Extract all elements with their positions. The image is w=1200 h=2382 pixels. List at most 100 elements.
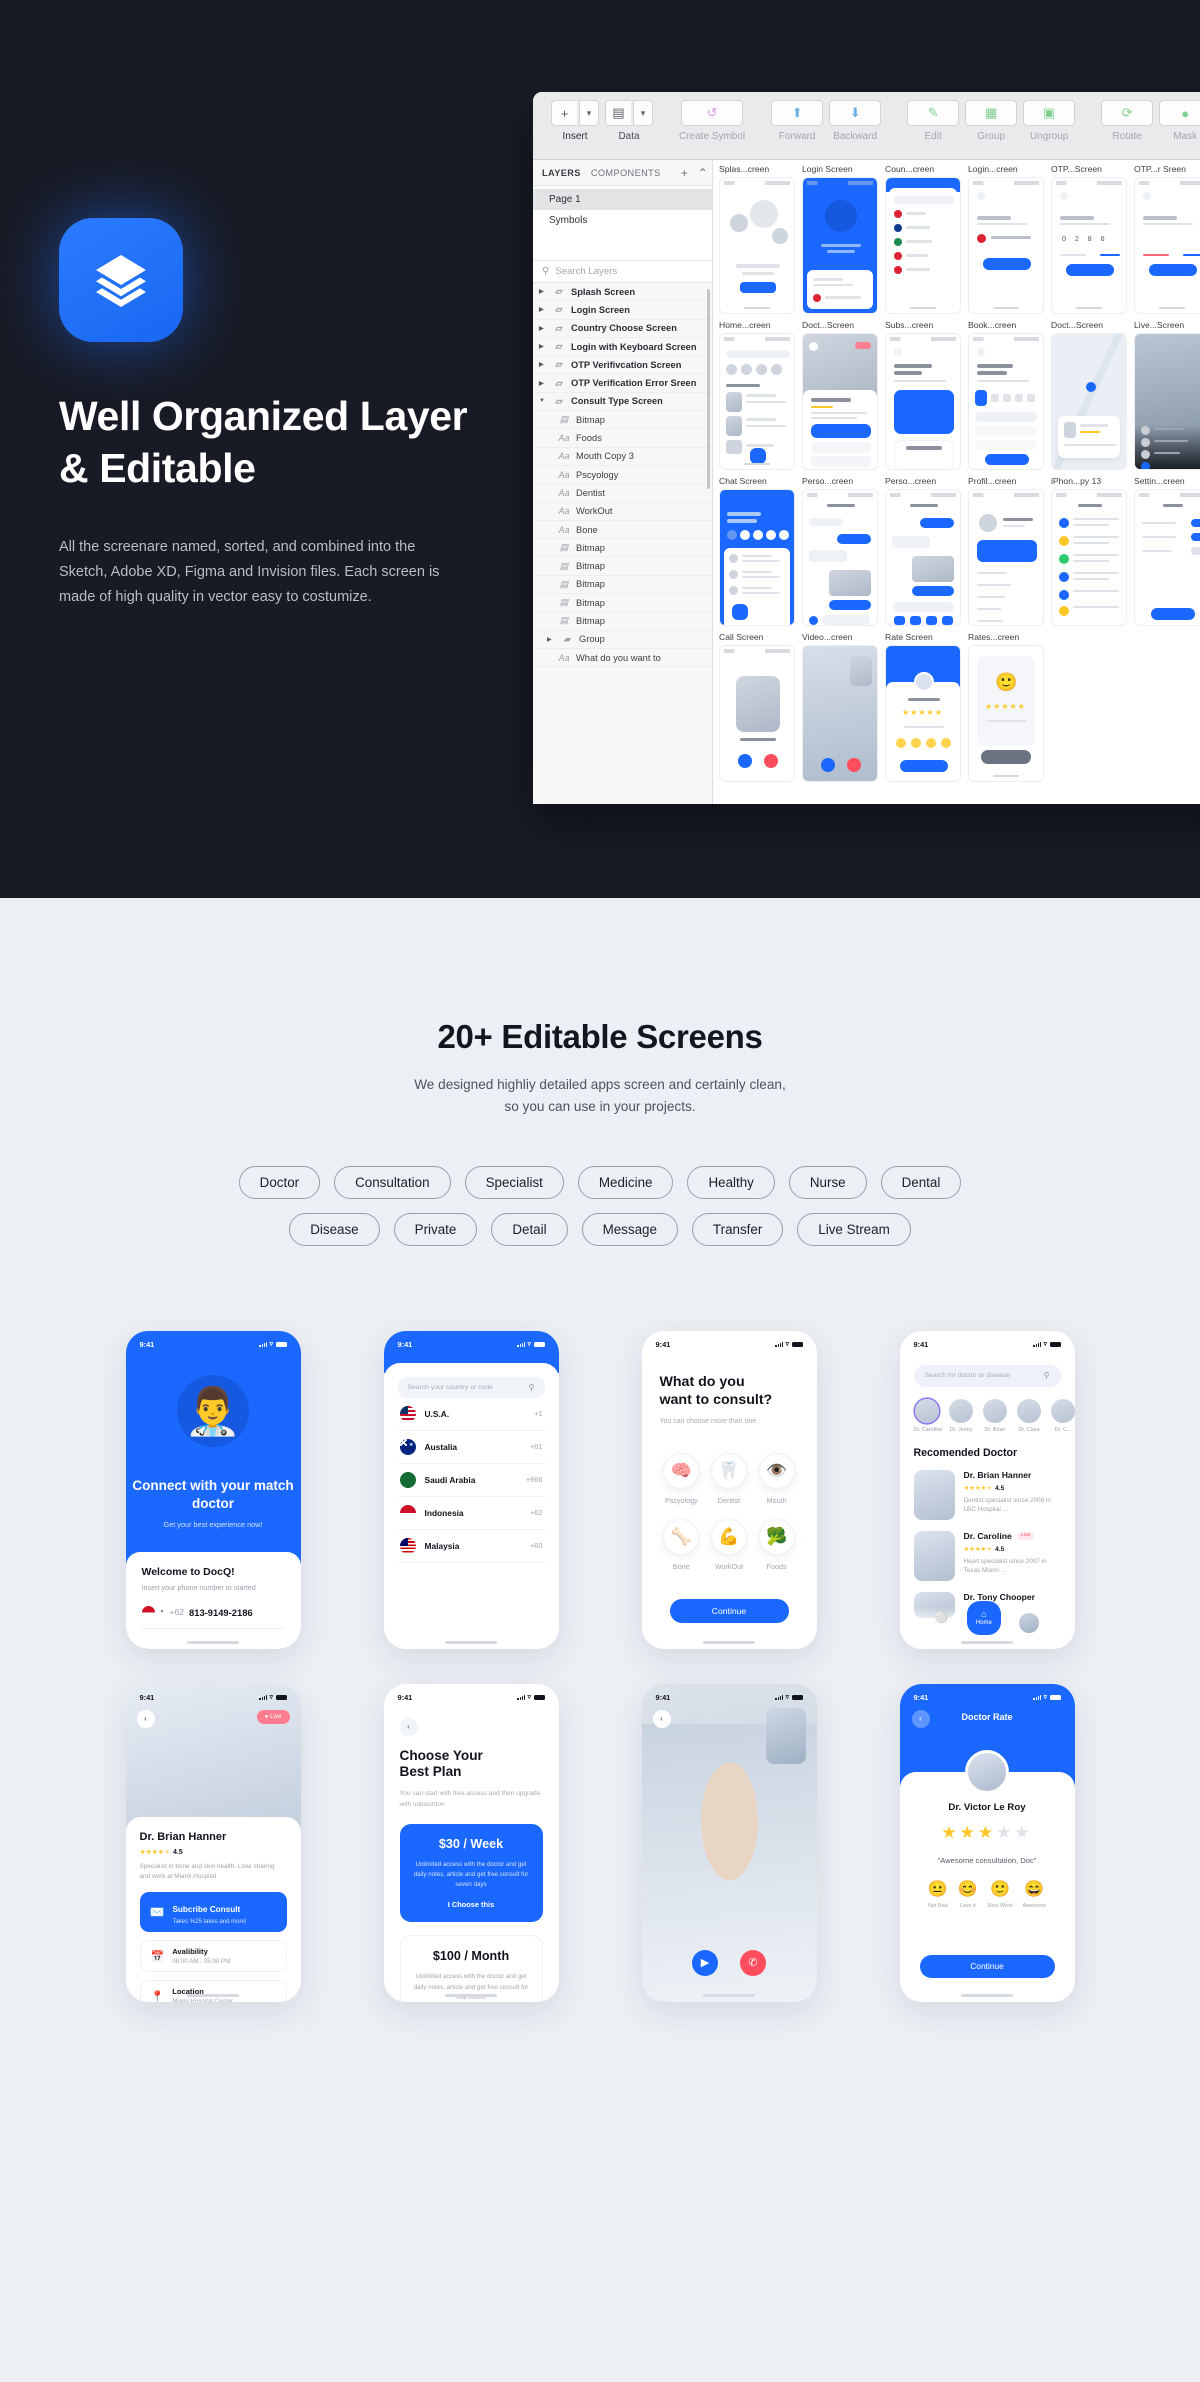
toolbar-backward[interactable]: ⬇ Backward [829, 100, 882, 142]
country-row[interactable]: Indonesia +62 [397, 1497, 545, 1530]
artboard-thumb[interactable]: Rate Screen ★★★★★ [885, 632, 961, 782]
layer-item-expanded[interactable]: ▼ ▱ Consult Type Screen [533, 393, 712, 412]
artboard-thumb[interactable]: Chat Screen [719, 476, 795, 626]
availability-card[interactable]: 📅 Avalibility 08:00 AM - 05:00 PM [139, 1940, 287, 1972]
layer-child[interactable]: Aa Bone [533, 521, 712, 540]
layer-child[interactable]: Aa WorkOut [533, 503, 712, 521]
reaction-love-it[interactable]: 😊 Love it [958, 1879, 978, 1909]
phone-country-screen[interactable]: 9:41 ▿ Search your country or code ⚲ U.S… [383, 1330, 559, 1649]
disclosure-triangle-icon[interactable]: ▶ [539, 325, 547, 332]
tab-layers[interactable]: LAYERS [542, 168, 581, 178]
country-row[interactable]: Saudi Arabia +966 [397, 1464, 545, 1497]
thumb-chat[interactable] [719, 489, 795, 626]
thumb-person-chat-1[interactable] [802, 489, 878, 626]
backward-icon[interactable]: ⬇ [829, 100, 882, 126]
layer-child[interactable]: ▤ Bitmap [533, 557, 712, 576]
tag-nurse[interactable]: Nurse [788, 1165, 867, 1199]
doctor-search-input[interactable]: Search for doctor or disease ⚲ [913, 1364, 1061, 1387]
star-rating-picker[interactable]: ★★★★★ [900, 1823, 1075, 1843]
artboard-thumb[interactable]: Doct...Screen [1051, 320, 1127, 470]
sketch-canvas[interactable]: Splas...creen Login Screen Coun...creen … [713, 160, 1200, 804]
continue-button[interactable]: Continue [669, 1598, 789, 1623]
toolbar-forward[interactable]: ⬆ Forward [771, 100, 824, 142]
rotate-icon[interactable]: ⟳ [1101, 100, 1154, 126]
chevron-down-icon[interactable]: ▾ [633, 100, 653, 126]
layer-item[interactable]: ▶ ▱ Splash Screen [533, 283, 712, 302]
plan-card-weekly[interactable]: $30 / Week Unlimited access with the doc… [399, 1823, 543, 1923]
tag-disease[interactable]: Disease [289, 1212, 380, 1246]
disclosure-triangle-icon[interactable]: ▶ [539, 361, 547, 368]
tab-components[interactable]: COMPONENTS [591, 168, 661, 178]
layers-scrollbar[interactable] [707, 289, 710, 489]
thumb-country[interactable] [885, 177, 961, 314]
phone-number-input[interactable]: ▼ +62 813-9149-2186 [141, 1605, 285, 1629]
layer-item[interactable]: ▶ ▱ OTP Verifivcation Screen [533, 356, 712, 375]
artboard-thumb[interactable]: Perso...creen [802, 476, 878, 626]
consult-option-mouth[interactable]: 👁️ Mouth [755, 1452, 799, 1505]
toolbar-edit[interactable]: ✎ Edit [907, 100, 960, 142]
location-card[interactable]: 📍 Location Miami Hospital Center [139, 1980, 287, 2002]
toolbar-group[interactable]: ▦ Group [965, 100, 1018, 142]
artboard-thumb[interactable]: iPhon...py 13 [1051, 476, 1127, 626]
tag-message[interactable]: Message [581, 1212, 678, 1246]
tag-detail[interactable]: Detail [491, 1212, 568, 1246]
back-button[interactable]: ‹ [652, 1709, 671, 1728]
artboard-thumb[interactable]: Login...creen [968, 164, 1044, 314]
artboard-thumb[interactable]: Coun...creen [885, 164, 961, 314]
thumb-settings[interactable] [1134, 489, 1200, 626]
thumb-splash[interactable] [719, 177, 795, 314]
tag-live-stream[interactable]: Live Stream [797, 1212, 911, 1246]
reaction-not-bad[interactable]: 😐 Not Bad [928, 1879, 948, 1909]
video-icon[interactable]: ▶ [692, 1949, 718, 1976]
ungroup-icon[interactable]: ▣ [1023, 100, 1076, 126]
tag-specialist[interactable]: Specialist [464, 1165, 564, 1199]
layers-stack-icon[interactable]: ▤ [605, 100, 631, 126]
artboard-thumb[interactable]: Subs...creen [885, 320, 961, 470]
artboard-thumb[interactable]: Doct...Screen [802, 320, 878, 470]
layer-item[interactable]: ▶ ▱ OTP Verification Error Sreen [533, 374, 712, 393]
layer-child[interactable]: ▤ Bitmap [533, 411, 712, 430]
add-page-icon[interactable]: + [681, 166, 688, 180]
thumb-keyboard[interactable] [968, 177, 1044, 314]
consult-option-bone[interactable]: 🦴 Bone [660, 1518, 704, 1571]
layer-item[interactable]: ▶ ▱ Country Choose Screen [533, 320, 712, 338]
consult-option-foods[interactable]: 🥦 Foods [755, 1518, 799, 1571]
tag-transfer[interactable]: Transfer [691, 1212, 784, 1246]
phone-video-call-screen[interactable]: 9:41 ▿ ‹ ▶ ✆ [641, 1683, 817, 2002]
back-button[interactable]: ‹ [136, 1709, 155, 1728]
layer-item[interactable]: ▶ ▱ Login with Keyboard Screen [533, 338, 712, 357]
phone-doctor-detail-screen[interactable]: 9:41 ▿ ‹ ● Live Dr. Brian Hanner ★★★★★ 4.… [125, 1683, 301, 2002]
thumb-profile[interactable] [968, 489, 1044, 626]
doctor-chip[interactable]: Dr. Clara [1016, 1398, 1043, 1433]
nav-profile-avatar[interactable] [1019, 1612, 1040, 1633]
chevron-down-icon[interactable]: ▼ [160, 1609, 165, 1615]
plan-choose-button[interactable]: I Choose this [412, 1900, 531, 1909]
doctor-chips-row[interactable]: Dr. Caroline Dr. Jenny Dr. Brian Dr. Cla… [914, 1398, 1075, 1433]
toolbar-insert[interactable]: + ▾ Insert [551, 100, 599, 142]
artboard-thumb[interactable]: Home...creen [719, 320, 795, 470]
subscribe-consult-button[interactable]: ✉️ Subcribe Consult Takes %25 takes and … [139, 1892, 287, 1932]
thumb-person-chat-2[interactable] [885, 489, 961, 626]
tag-private[interactable]: Private [393, 1212, 478, 1246]
thumb-otp[interactable]: 0286 [1051, 177, 1127, 314]
thumb-notifications[interactable] [1051, 489, 1127, 626]
thumb-map[interactable] [1051, 333, 1127, 470]
tag-consultation[interactable]: Consultation [334, 1165, 451, 1199]
thumb-rate-success[interactable]: 🙂 ★★★★★ [968, 645, 1044, 782]
thumb-call[interactable] [719, 645, 795, 782]
layer-child[interactable]: ▤ Bitmap [533, 594, 712, 613]
thumb-home[interactable] [719, 333, 795, 470]
consult-option-dentist[interactable]: 🦷 Dentist [707, 1452, 751, 1505]
tag-dental[interactable]: Dental [880, 1165, 962, 1199]
layer-child[interactable]: Aa What do you want to [533, 649, 712, 668]
doctor-chip[interactable]: Dr. Caroline [914, 1398, 942, 1433]
artboard-thumb[interactable]: Video...creen [802, 632, 878, 782]
doctor-list-item[interactable]: Dr. Caroline Live ★★★★★ 4.5 Heart speciali… [913, 1530, 1061, 1581]
doctor-chip[interactable]: Dr. Brian [982, 1398, 1009, 1433]
disclosure-triangle-icon[interactable]: ▶ [539, 288, 547, 295]
layer-child[interactable]: ▤ Bitmap [533, 576, 712, 595]
artboard-thumb[interactable]: Book...creen [968, 320, 1044, 470]
symbol-icon[interactable]: ↺ [681, 100, 744, 126]
disclosure-triangle-icon[interactable]: ▶ [539, 306, 547, 313]
layer-child[interactable]: Aa Foods [533, 429, 712, 448]
